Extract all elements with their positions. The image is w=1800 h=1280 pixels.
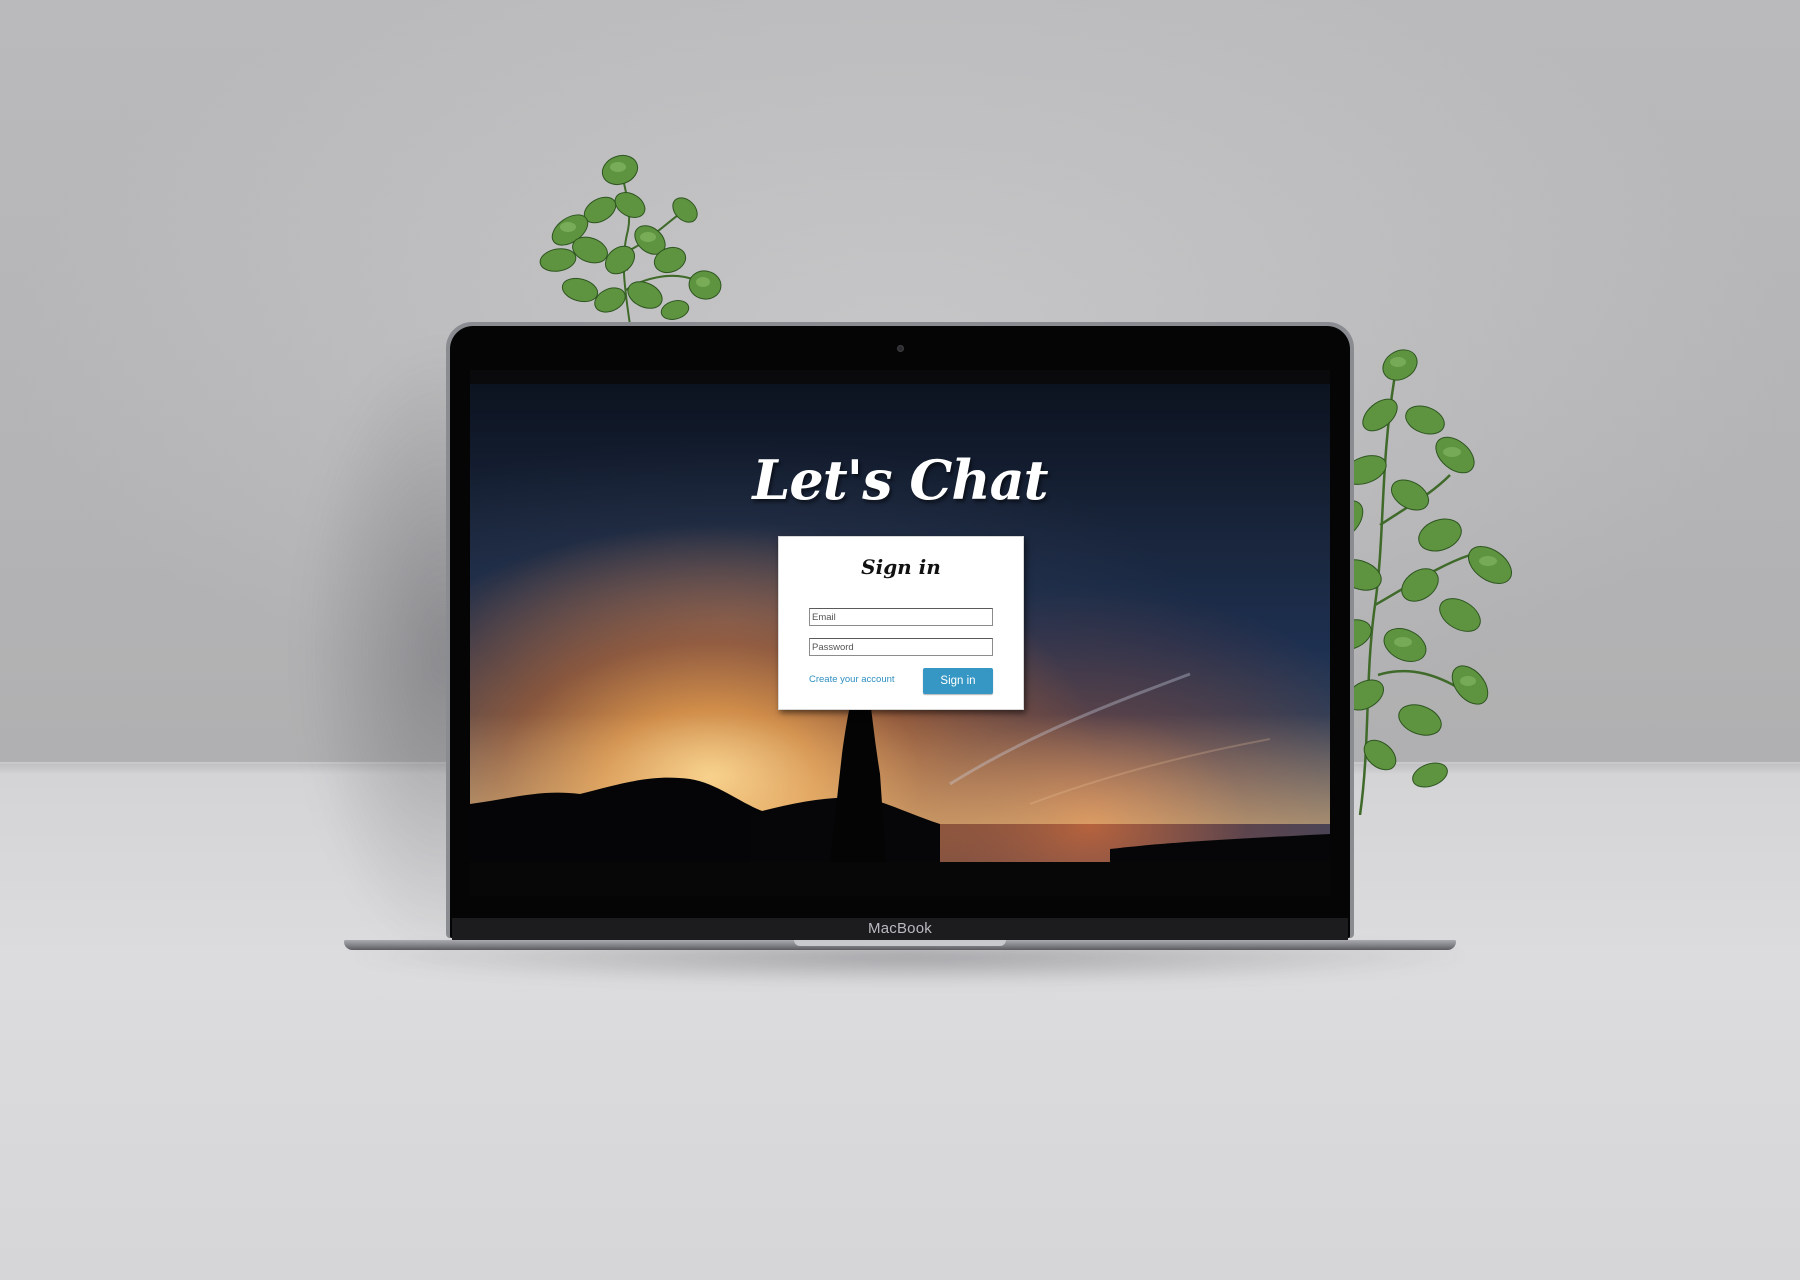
base-shadow bbox=[340, 945, 1480, 985]
laptop-base-notch bbox=[794, 940, 1006, 946]
screen-top-strip bbox=[470, 370, 1330, 384]
signin-heading: Sign in bbox=[861, 555, 941, 579]
device-brand-label: MacBook bbox=[868, 920, 932, 937]
app-title: Let's Chat bbox=[752, 448, 1048, 512]
email-field[interactable] bbox=[809, 608, 993, 626]
mockup-scene: Let's Chat Sign in Create your account S… bbox=[0, 0, 1800, 1280]
webcam-icon bbox=[897, 345, 904, 352]
plant-left-icon bbox=[539, 154, 722, 325]
signin-card: Sign in Create your account Sign in bbox=[778, 536, 1024, 710]
screen-bottom-strip bbox=[470, 862, 1330, 896]
create-account-link[interactable]: Create your account bbox=[809, 674, 895, 685]
app-screen: Let's Chat Sign in Create your account S… bbox=[470, 384, 1330, 862]
signin-button[interactable]: Sign in bbox=[923, 668, 993, 694]
password-field[interactable] bbox=[809, 638, 993, 656]
